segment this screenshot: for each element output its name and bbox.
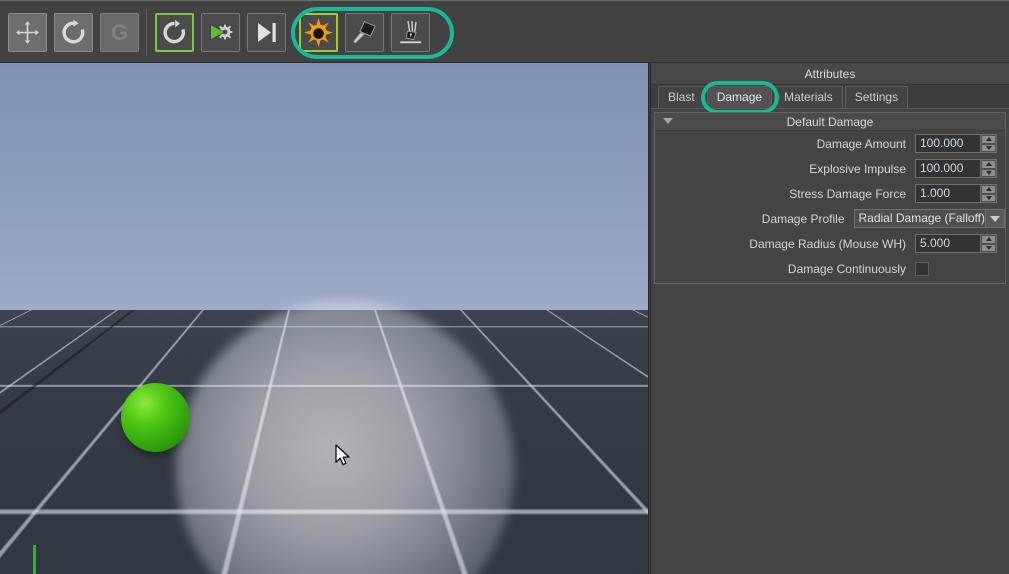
- toolbar-group-simulation-controls: [155, 13, 286, 52]
- gravity-tool-button[interactable]: G: [100, 13, 139, 52]
- label-damage-profile: Damage Profile: [761, 211, 845, 226]
- chevron-down-icon[interactable]: [985, 210, 1004, 227]
- paint-cut-icon: [397, 19, 424, 46]
- reset-simulation-button[interactable]: [155, 13, 194, 52]
- 3d-viewport[interactable]: [0, 63, 649, 574]
- section-title: Default Damage: [786, 115, 874, 129]
- stepper-explosive-impulse[interactable]: [980, 160, 996, 177]
- section-header[interactable]: Default Damage: [655, 113, 1005, 131]
- input-stress-damage-force[interactable]: 1.000: [915, 184, 997, 203]
- attributes-panel: Attributes Blast Damage Materials Settin…: [650, 63, 1009, 574]
- input-damage-amount[interactable]: 100.000: [915, 134, 997, 153]
- stepper-stress-damage-force[interactable]: [980, 185, 996, 202]
- play-simulation-button[interactable]: [201, 13, 240, 52]
- property-row-damage-radius: Damage Radius (Mouse WH) 5.000: [655, 231, 1005, 256]
- property-row-explosive-impulse: Explosive Impulse 100.000: [655, 156, 1005, 181]
- toolbar-group-damage-tools: [299, 13, 430, 52]
- stepper-down-icon[interactable]: [982, 144, 995, 151]
- toolbar-group-transform-tools: G: [8, 13, 139, 52]
- input-explosive-impulse[interactable]: 100.000: [915, 159, 997, 178]
- value-damage-profile[interactable]: Radial Damage (Falloff): [854, 210, 985, 227]
- property-row-damage-profile: Damage Profile Radial Damage (Falloff): [655, 206, 1005, 231]
- label-explosive-impulse: Explosive Impulse: [809, 161, 906, 176]
- stepper-down-icon[interactable]: [982, 169, 995, 176]
- rotate-arrow-icon: [60, 19, 87, 46]
- property-row-damage-amount: Damage Amount 100.000: [655, 131, 1005, 156]
- dropdown-damage-profile[interactable]: Radial Damage (Falloff): [853, 209, 1005, 228]
- stepper-down-icon[interactable]: [982, 194, 995, 201]
- explosion-damage-tool-button[interactable]: [299, 13, 338, 52]
- green-sphere[interactable]: [121, 383, 190, 452]
- stepper-up-icon[interactable]: [982, 186, 995, 193]
- stepper-damage-radius[interactable]: [980, 235, 996, 252]
- input-damage-radius[interactable]: 5.000: [915, 234, 997, 253]
- tab-blast[interactable]: Blast: [658, 86, 705, 108]
- label-stress-damage-force: Stress Damage Force: [789, 186, 906, 201]
- label-damage-radius: Damage Radius (Mouse WH): [749, 236, 906, 251]
- value-explosive-impulse[interactable]: 100.000: [916, 160, 980, 177]
- hammer-impact-icon: [351, 19, 378, 46]
- cut-paint-tool-button[interactable]: [391, 13, 430, 52]
- property-row-stress-damage-force: Stress Damage Force 1.000: [655, 181, 1005, 206]
- stepper-up-icon[interactable]: [982, 161, 995, 168]
- label-damage-continuously: Damage Continuously: [787, 261, 906, 276]
- step-simulation-button[interactable]: [247, 13, 286, 52]
- move-tool-button[interactable]: [8, 13, 47, 52]
- stepper-up-icon[interactable]: [982, 236, 995, 243]
- y-axis-marker: [33, 545, 36, 574]
- value-damage-amount[interactable]: 100.000: [916, 135, 980, 152]
- stepper-down-icon[interactable]: [982, 244, 995, 251]
- step-forward-icon: [253, 19, 280, 46]
- tab-damage[interactable]: Damage: [706, 86, 773, 108]
- explosion-burst-icon: [304, 18, 333, 47]
- impact-hammer-tool-button[interactable]: [345, 13, 384, 52]
- application-window: G Attributes Blast Damage Materials Sett…: [0, 0, 1009, 574]
- panel-tabbar: Blast Damage Materials Settings: [651, 81, 1009, 114]
- toolbar-separator-1: [146, 9, 147, 56]
- label-damage-amount: Damage Amount: [816, 136, 906, 151]
- move-arrows-icon: [14, 19, 41, 46]
- property-row-damage-continuously: Damage Continuously: [655, 256, 1005, 281]
- chevron-down-icon[interactable]: [663, 118, 673, 124]
- stepper-damage-amount[interactable]: [980, 135, 996, 152]
- rotate-tool-button[interactable]: [54, 13, 93, 52]
- letter-g-icon: G: [106, 19, 133, 46]
- reset-circular-arrow-icon: [161, 19, 188, 46]
- play-gear-icon: [207, 19, 234, 46]
- panel-title: Attributes: [651, 63, 1009, 85]
- tab-materials[interactable]: Materials: [774, 86, 843, 108]
- stepper-up-icon[interactable]: [982, 136, 995, 143]
- svg-text:G: G: [111, 20, 128, 45]
- tab-settings[interactable]: Settings: [844, 86, 909, 108]
- value-damage-radius[interactable]: 5.000: [916, 235, 980, 252]
- checkbox-damage-continuously[interactable]: [915, 261, 929, 276]
- value-stress-damage-force[interactable]: 1.000: [916, 185, 980, 202]
- main-toolbar: G: [0, 0, 1009, 63]
- damage-section: Default Damage Damage Amount 100.000 Exp…: [654, 112, 1006, 284]
